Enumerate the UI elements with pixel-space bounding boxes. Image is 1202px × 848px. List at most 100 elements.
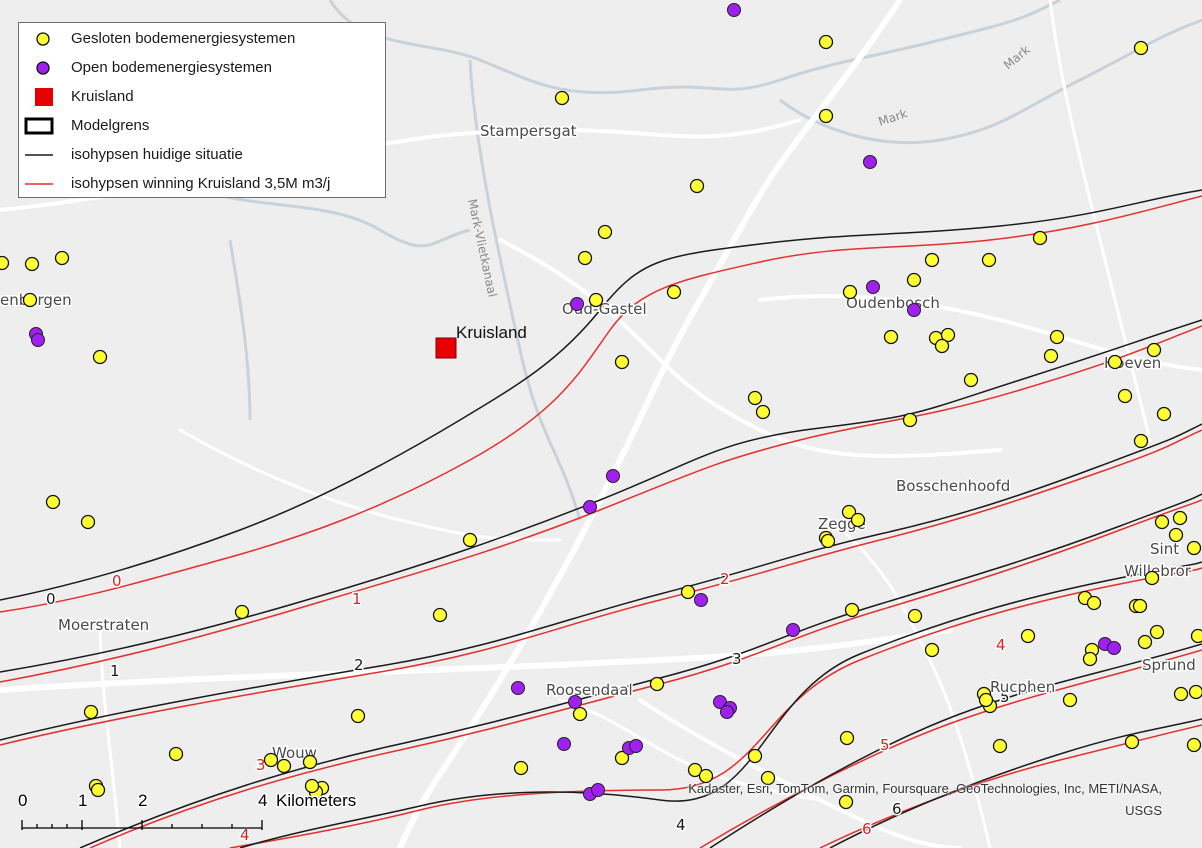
scale-tick-1: 1 (78, 791, 87, 810)
closed-system-point[interactable] (513, 760, 529, 776)
closed-system-point[interactable] (1156, 406, 1172, 422)
closed-system-point[interactable] (689, 178, 705, 194)
closed-system-point[interactable] (963, 372, 979, 388)
closed-system-point[interactable] (1149, 624, 1165, 640)
closed-system-point[interactable] (432, 607, 448, 623)
closed-system-point[interactable] (902, 412, 918, 428)
closed-system-point[interactable] (1049, 329, 1065, 345)
closed-system-point[interactable] (820, 533, 836, 549)
open-system-point[interactable] (629, 739, 643, 753)
closed-system-point[interactable] (666, 284, 682, 300)
closed-system-point[interactable] (992, 738, 1008, 754)
closed-system-point[interactable] (1062, 692, 1078, 708)
closed-system-point[interactable] (1124, 734, 1140, 750)
open-system-point[interactable] (727, 3, 741, 17)
closed-system-point[interactable] (844, 602, 860, 618)
closed-system-point[interactable] (680, 584, 696, 600)
open-system-point[interactable] (786, 623, 800, 637)
closed-system-point[interactable] (934, 338, 950, 354)
closed-system-point[interactable] (747, 390, 763, 406)
scale-tick-4: 4 (258, 791, 267, 810)
open-system-point[interactable] (568, 695, 582, 709)
open-system-point[interactable] (557, 737, 571, 751)
closed-system-point[interactable] (924, 642, 940, 658)
closed-system-point[interactable] (92, 349, 108, 365)
open-system-point[interactable] (511, 681, 525, 695)
closed-system-point[interactable] (276, 758, 292, 774)
open-system-point[interactable] (1107, 641, 1121, 655)
closed-system-point[interactable] (906, 272, 922, 288)
closed-system-point[interactable] (1043, 348, 1059, 364)
closed-system-point[interactable] (747, 748, 763, 764)
closed-system-point[interactable] (924, 252, 940, 268)
closed-system-point[interactable] (1117, 388, 1133, 404)
closed-system-point[interactable] (649, 676, 665, 692)
closed-system-point[interactable] (1154, 514, 1170, 530)
open-system-point[interactable] (907, 303, 921, 317)
open-system-point[interactable] (606, 469, 620, 483)
attribution-line-2: USGS (1125, 803, 1162, 818)
open-system-point[interactable] (583, 500, 597, 514)
closed-system-point[interactable] (1082, 651, 1098, 667)
closed-system-point[interactable] (597, 224, 613, 240)
closed-system-point[interactable] (588, 292, 604, 308)
isohypse-label: 1 (352, 590, 362, 608)
closed-system-point[interactable] (83, 704, 99, 720)
closed-system-point[interactable] (842, 284, 858, 300)
closed-system-point[interactable] (1186, 737, 1202, 753)
open-system-point[interactable] (31, 333, 45, 347)
closed-system-point[interactable] (850, 512, 866, 528)
closed-system-point[interactable] (1172, 510, 1188, 526)
closed-system-point[interactable] (1137, 634, 1153, 650)
closed-system-point[interactable] (883, 329, 899, 345)
closed-system-point[interactable] (350, 708, 366, 724)
closed-system-point[interactable] (1133, 40, 1149, 56)
closed-system-point[interactable] (80, 514, 96, 530)
closed-system-point[interactable] (54, 250, 70, 266)
closed-system-point[interactable] (577, 250, 593, 266)
closed-system-point[interactable] (981, 252, 997, 268)
closed-system-point[interactable] (1168, 527, 1184, 543)
closed-system-point[interactable] (1020, 628, 1036, 644)
closed-system-point[interactable] (907, 608, 923, 624)
closed-system-point[interactable] (45, 494, 61, 510)
closed-system-point[interactable] (1188, 684, 1202, 700)
closed-system-point[interactable] (978, 692, 994, 708)
closed-system-point[interactable] (1086, 595, 1102, 611)
closed-system-point[interactable] (1190, 628, 1202, 644)
open-system-point[interactable] (720, 705, 734, 719)
open-system-point[interactable] (694, 593, 708, 607)
closed-system-point[interactable] (1186, 540, 1202, 556)
closed-system-point[interactable] (1107, 354, 1123, 370)
closed-system-point[interactable] (614, 354, 630, 370)
closed-system-point[interactable] (234, 604, 250, 620)
closed-system-point[interactable] (554, 90, 570, 106)
closed-system-point[interactable] (462, 532, 478, 548)
closed-system-point[interactable] (302, 754, 318, 770)
closed-system-point[interactable] (263, 752, 279, 768)
purple-circle-icon (36, 61, 50, 75)
closed-system-point[interactable] (572, 706, 588, 722)
closed-system-point[interactable] (818, 108, 834, 124)
closed-system-point[interactable] (1132, 598, 1148, 614)
closed-system-point[interactable] (818, 34, 834, 50)
closed-system-point[interactable] (839, 730, 855, 746)
closed-system-point[interactable] (1173, 686, 1189, 702)
closed-system-point[interactable] (0, 255, 10, 271)
scale-bar: 0 1 2 4 Kilometers (18, 790, 358, 830)
open-system-point[interactable] (863, 155, 877, 169)
closed-system-point[interactable] (1032, 230, 1048, 246)
closed-system-point[interactable] (755, 404, 771, 420)
closed-system-point[interactable] (24, 256, 40, 272)
closed-system-point[interactable] (1144, 570, 1160, 586)
closed-system-point[interactable] (1133, 433, 1149, 449)
map-legend: Gesloten bodemenergiesystemen Open bodem… (18, 22, 386, 198)
closed-system-point[interactable] (22, 292, 38, 308)
closed-system-point[interactable] (1146, 342, 1162, 358)
open-system-point[interactable] (570, 297, 584, 311)
kruisland-marker[interactable] (435, 337, 457, 359)
closed-system-point[interactable] (168, 746, 184, 762)
open-system-point[interactable] (866, 280, 880, 294)
isohypse-label: 1 (110, 662, 120, 680)
scale-unit: Kilometers (276, 791, 356, 810)
